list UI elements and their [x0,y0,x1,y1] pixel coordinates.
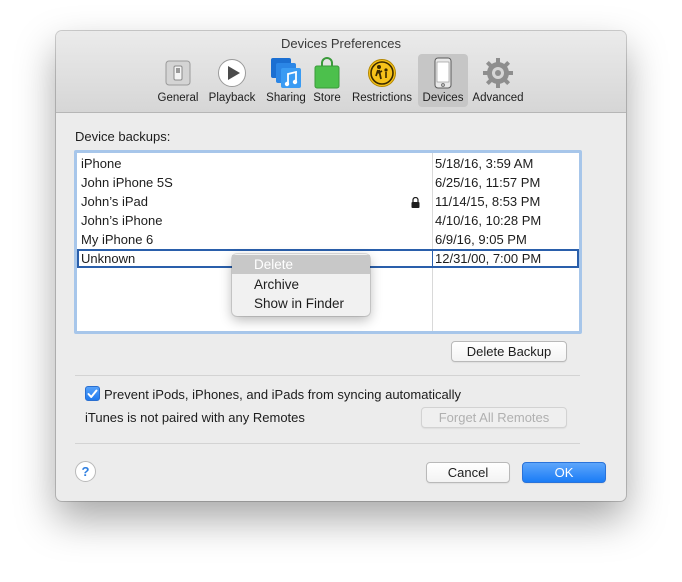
toolbar-restrictions-label: Restrictions [351,92,413,104]
ok-button[interactable]: OK [522,462,606,483]
toolbar-store-label: Store [313,92,341,104]
backup-name: John’s iPad [81,194,148,209]
context-menu-delete: Delete [232,255,370,274]
context-menu-archive[interactable]: Archive [232,275,370,294]
toolbar-general-label: General [157,92,199,104]
remotes-status-text: iTunes is not paired with any Remotes [85,410,305,425]
toolbar-sharing[interactable]: Sharing [261,54,311,107]
delete-backup-button[interactable]: Delete Backup [451,341,567,362]
table-row[interactable]: My iPhone 6 6/9/16, 9:05 PM [77,230,579,249]
toolbar-restrictions[interactable]: Restrictions [349,54,415,107]
backup-name: John’s iPhone [81,213,163,228]
backup-name: iPhone [81,156,122,171]
forget-all-remotes-button[interactable]: Forget All Remotes [421,407,567,428]
backup-date: 5/18/16, 3:59 AM [435,156,534,171]
toolbar-devices-label: Devices [422,92,464,104]
backup-date: 11/14/15, 8:53 PM [435,194,541,209]
iphone-icon [427,57,459,89]
toolbar: Devices Preferences General Playback Sha… [56,31,626,113]
backup-date: 12/31/00, 7:00 PM [435,251,542,266]
toolbar-store[interactable]: Store [309,54,345,107]
toolbar-sharing-label: Sharing [266,92,306,104]
backup-name: My iPhone 6 [81,232,154,247]
window-title: Devices Preferences [281,36,401,51]
backup-date: 4/10/16, 10:28 PM [435,213,542,228]
play-icon [216,57,248,89]
backup-date: 6/25/16, 11:57 PM [435,175,541,190]
checkmark-icon [87,389,98,398]
backup-name: John iPhone 5S [81,175,173,190]
gear-icon [482,57,514,89]
toolbar-devices[interactable]: Devices [418,54,468,107]
prevent-sync-checkbox[interactable] [85,386,100,401]
toolbar-playback[interactable]: Playback [205,54,259,107]
backup-name: Unknown [81,251,136,266]
sharing-music-icon [270,57,302,89]
context-menu: Delete Archive Show in Finder [232,254,370,316]
table-row[interactable]: John iPhone 5S 6/25/16, 11:57 PM [77,173,579,192]
column-divider [432,249,433,268]
restrictions-icon [366,57,398,89]
toolbar-general[interactable]: General [153,54,203,107]
help-button[interactable]: ? [75,461,96,482]
general-switch-icon [162,57,194,89]
table-row[interactable]: John’s iPad 11/14/15, 8:53 PM [77,192,579,211]
prevent-sync-label[interactable]: Prevent iPods, iPhones, and iPads from s… [104,387,461,402]
preferences-window: Devices Preferences General Playback Sha… [56,31,626,501]
context-menu-show-in-finder[interactable]: Show in Finder [232,294,370,313]
toolbar-advanced[interactable]: Advanced [470,54,526,107]
divider [75,375,580,376]
toolbar-advanced-label: Advanced [472,92,524,104]
device-backups-label: Device backups: [75,129,171,144]
table-row[interactable]: John’s iPhone 4/10/16, 10:28 PM [77,211,579,230]
backup-date: 6/9/16, 9:05 PM [435,232,527,247]
divider [75,443,580,444]
toolbar-playback-label: Playback [208,92,256,104]
table-row[interactable]: iPhone 5/18/16, 3:59 AM [77,154,579,173]
lock-icon [411,196,420,211]
cancel-button[interactable]: Cancel [426,462,510,483]
store-bag-icon [311,57,343,89]
